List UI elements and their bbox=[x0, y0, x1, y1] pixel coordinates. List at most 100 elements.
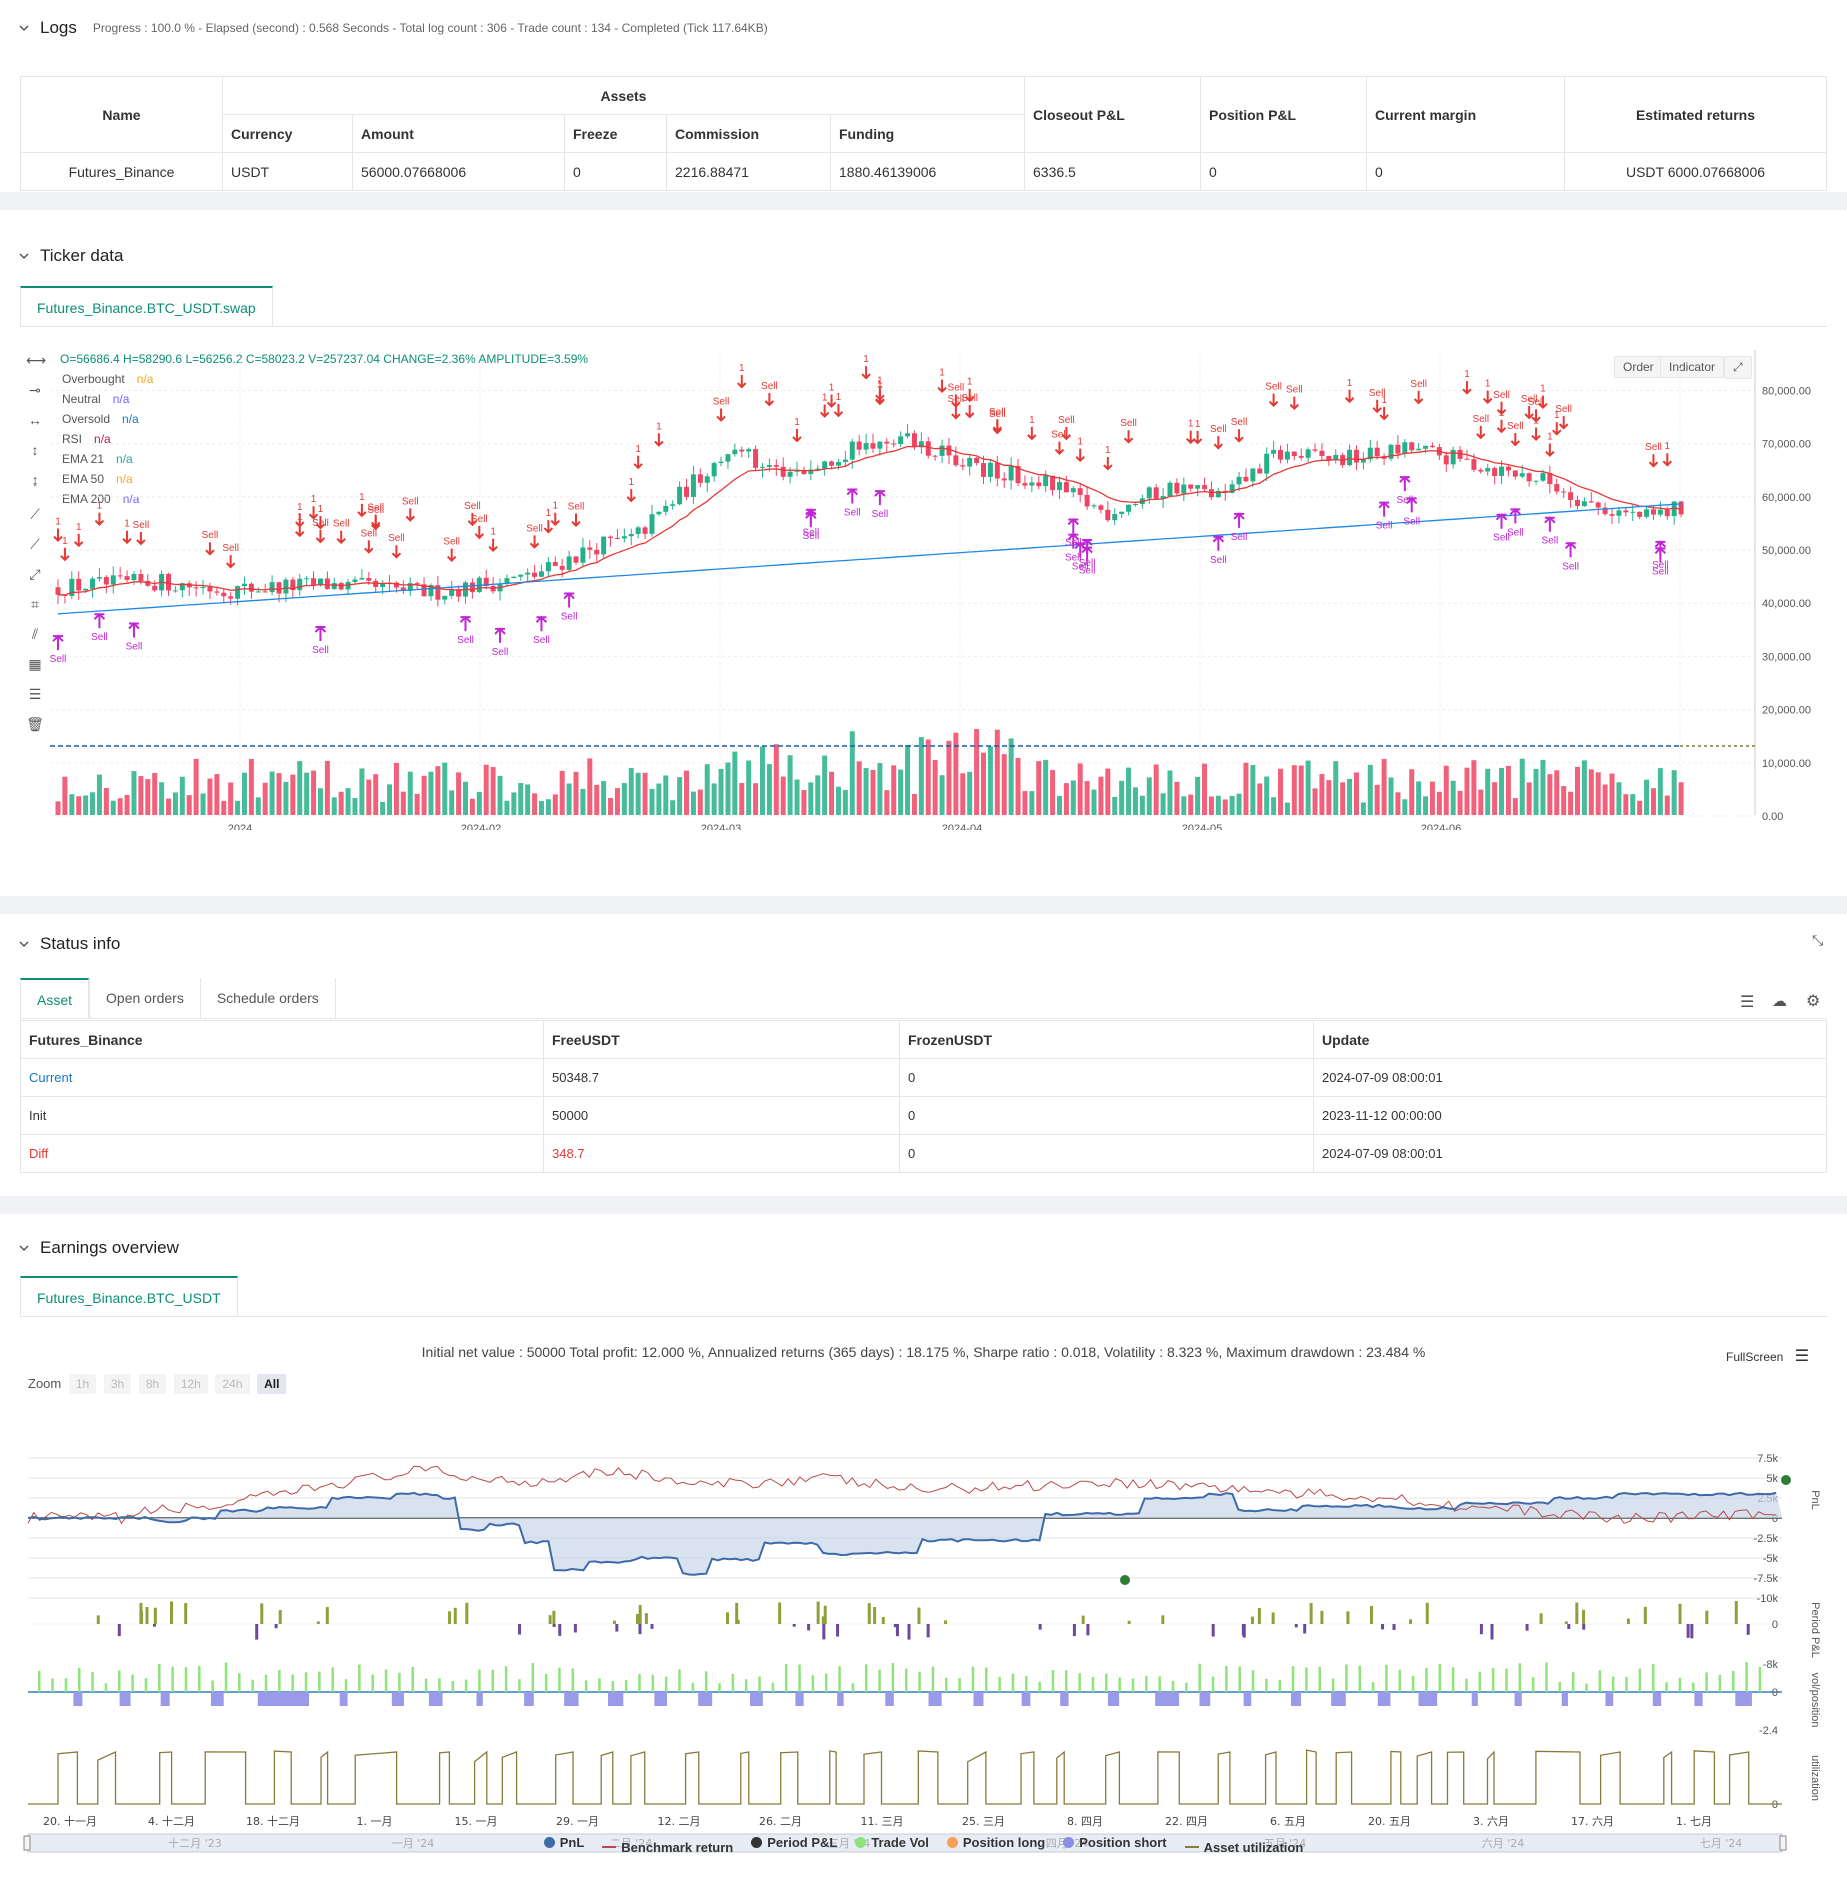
candle-body bbox=[138, 574, 144, 581]
period-pnl-bar bbox=[1479, 1624, 1483, 1635]
legend-item[interactable]: Benchmark return bbox=[602, 1840, 733, 1855]
volume-bar bbox=[359, 768, 365, 815]
position-short-bar bbox=[1155, 1692, 1180, 1706]
legend-item[interactable]: Position short bbox=[1063, 1835, 1167, 1850]
cloud-download-icon[interactable]: ☁ bbox=[1772, 992, 1787, 1010]
candle-body bbox=[1637, 511, 1643, 517]
tab-btc-usdt[interactable]: Futures_Binance.BTC_USDT bbox=[20, 1276, 238, 1316]
axis-title: Period P&L bbox=[1809, 1602, 1821, 1658]
trade-vol-bar bbox=[1505, 1668, 1508, 1692]
zoom-1h[interactable]: 1h bbox=[68, 1374, 97, 1394]
volume-bar bbox=[1257, 783, 1263, 815]
trade-vol-bar bbox=[78, 1667, 81, 1692]
status-tabs: Asset Open orders Schedule orders bbox=[20, 978, 1827, 1019]
period-pnl-bar bbox=[278, 1610, 282, 1624]
period-pnl-bar bbox=[612, 1620, 616, 1624]
legend-item[interactable]: Period P&L bbox=[751, 1835, 837, 1850]
volume-bar bbox=[1236, 793, 1242, 815]
trade-vol-bar bbox=[384, 1669, 388, 1692]
x-tick-label: 2024 bbox=[228, 823, 252, 830]
trade-vol-bar bbox=[278, 1669, 281, 1692]
sell-signal-marker: Sell bbox=[443, 537, 460, 563]
earnings-tabs: Futures_Binance.BTC_USDT bbox=[20, 1276, 1827, 1317]
volume-bar bbox=[497, 775, 503, 815]
chevron-down-icon[interactable] bbox=[18, 1242, 30, 1254]
zoom-8h[interactable]: 8h bbox=[138, 1374, 167, 1394]
candle-body bbox=[780, 466, 786, 477]
zoom-12h[interactable]: 12h bbox=[173, 1374, 208, 1394]
signal-label: Sell bbox=[1210, 424, 1227, 435]
legend-label: PnL bbox=[559, 1835, 585, 1850]
chevron-down-icon[interactable] bbox=[18, 250, 30, 262]
legend-item[interactable]: Asset utilization bbox=[1184, 1839, 1304, 1855]
volume-bar bbox=[1499, 767, 1505, 815]
tab-btc-usdt-swap[interactable]: Futures_Binance.BTC_USDT.swap bbox=[20, 286, 273, 326]
cell: 0 bbox=[899, 1058, 1314, 1097]
candlestick-chart[interactable]: 80,000.00 70,000.00 60,000.00 50,000.00 40,0… bbox=[0, 350, 1847, 830]
trade-vol-bar bbox=[704, 1671, 708, 1692]
legend-item[interactable]: PnL bbox=[543, 1835, 585, 1850]
period-pnl-bar bbox=[1705, 1610, 1709, 1624]
status-table: Futures_Binance FreeUSDT FrozenUSDT Upda… bbox=[20, 1020, 1827, 1173]
list-view-icon[interactable]: ☰ bbox=[1740, 992, 1754, 1012]
signal-label: 1 bbox=[656, 421, 662, 432]
candle-body bbox=[1568, 492, 1574, 500]
down-arrow-icon bbox=[1482, 390, 1493, 405]
logs-header[interactable]: Logs Progress : 100.0 % - Elapsed (secon… bbox=[18, 18, 768, 38]
trade-vol-bar bbox=[171, 1666, 174, 1692]
chevron-down-icon[interactable] bbox=[18, 22, 30, 34]
legend-label: Asset utilization bbox=[1203, 1839, 1304, 1855]
sell-signal-marker: Sell bbox=[402, 496, 419, 522]
volume-bar bbox=[1416, 781, 1422, 815]
earnings-chart[interactable]: 7.5k5k2.5k0-2.5k-5k-7.5k-10k0-8k0-2.40Pn… bbox=[0, 1400, 1847, 1897]
signal-label: 1 bbox=[124, 519, 130, 530]
signal-label: Sell bbox=[91, 632, 108, 643]
period-pnl-bar bbox=[152, 1624, 156, 1627]
volume-bar bbox=[1340, 782, 1346, 815]
period-pnl-bar bbox=[548, 1615, 552, 1624]
candle-body bbox=[1409, 442, 1415, 451]
legend-label: Position short bbox=[1079, 1835, 1167, 1850]
volume-bar bbox=[1457, 790, 1463, 815]
zoom-3h[interactable]: 3h bbox=[103, 1374, 132, 1394]
candle-body bbox=[269, 582, 275, 593]
ticker-tabs: Futures_Binance.BTC_USDT.swap bbox=[20, 286, 1827, 327]
fullscreen-button[interactable]: FullScreen ☰ bbox=[1726, 1346, 1809, 1366]
earnings-header[interactable]: Earnings overview bbox=[18, 1238, 179, 1258]
earnings-panel: Earnings overview Futures_Binance.BTC_US… bbox=[0, 1214, 1847, 1897]
gear-icon[interactable]: ⚙ bbox=[1806, 991, 1820, 1011]
legend-item[interactable]: Trade Vol bbox=[855, 1835, 929, 1850]
expand-icon[interactable]: ⤡ bbox=[1812, 932, 1823, 949]
volume-bar bbox=[449, 790, 455, 815]
volume-bar bbox=[1319, 774, 1325, 815]
signal-label: Sell bbox=[222, 543, 239, 554]
down-arrow-icon bbox=[1213, 436, 1224, 450]
row-current-label[interactable]: Current bbox=[20, 1058, 544, 1097]
position-short-bar bbox=[608, 1692, 624, 1706]
chevron-down-icon[interactable] bbox=[18, 938, 30, 950]
status-header[interactable]: Status info bbox=[18, 934, 120, 954]
period-pnl-bar bbox=[1346, 1611, 1350, 1624]
down-arrow-icon bbox=[550, 512, 560, 527]
tab-asset[interactable]: Asset bbox=[20, 978, 90, 1018]
zoom-all[interactable]: All bbox=[257, 1374, 287, 1394]
candle-body bbox=[1126, 504, 1132, 512]
ticker-header[interactable]: Ticker data bbox=[18, 246, 123, 266]
legend-item[interactable]: Position long bbox=[946, 1835, 1045, 1850]
candle-body bbox=[1429, 445, 1435, 448]
table-row: Diff 348.7 0 2024-07-09 08:00:01 bbox=[20, 1134, 1827, 1173]
volume-bar bbox=[1333, 761, 1339, 815]
tab-schedule-orders[interactable]: Schedule orders bbox=[199, 978, 336, 1018]
sell-signal-marker: 1 bbox=[357, 492, 367, 518]
zoom-24h[interactable]: 24h bbox=[215, 1374, 250, 1394]
volume-bar bbox=[1146, 777, 1152, 815]
down-arrow-icon bbox=[1372, 399, 1382, 414]
menu-icon[interactable]: ☰ bbox=[1795, 1348, 1809, 1365]
volume-bar bbox=[193, 758, 199, 815]
tab-open-orders[interactable]: Open orders bbox=[89, 978, 200, 1018]
volume-bar bbox=[1208, 796, 1214, 815]
candle-body bbox=[1581, 501, 1587, 507]
down-arrow-icon bbox=[488, 538, 498, 553]
volume-bar bbox=[1464, 767, 1470, 815]
trade-vol-bar bbox=[905, 1668, 908, 1692]
